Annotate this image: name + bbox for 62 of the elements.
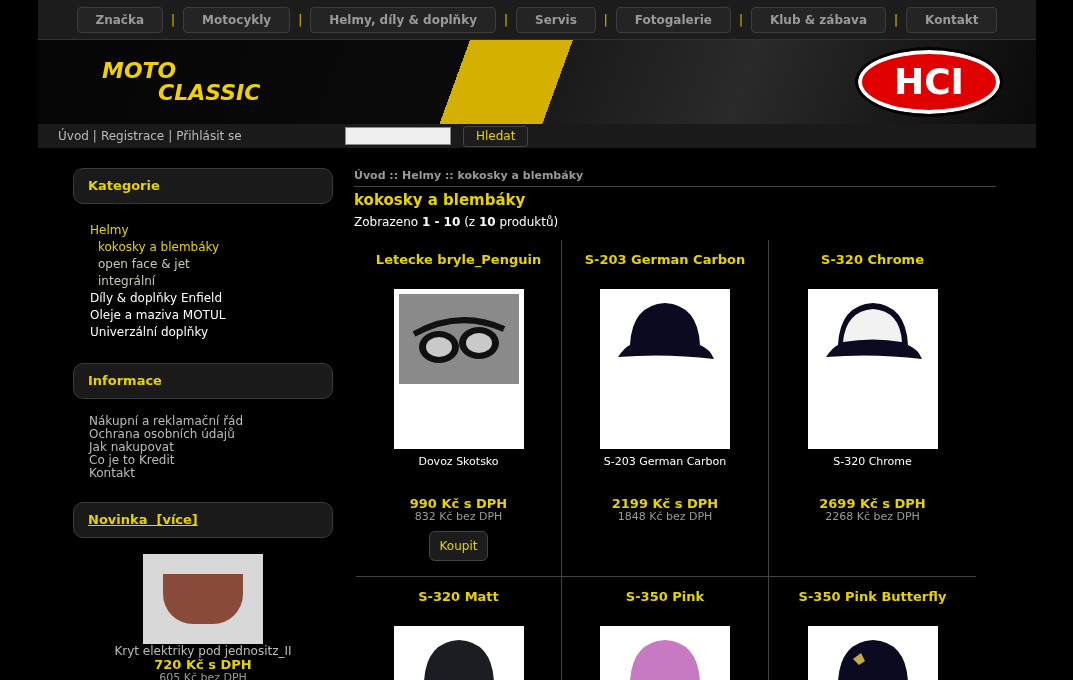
category-link[interactable]: integrální bbox=[90, 273, 156, 290]
info-link[interactable]: Jak nakupovat bbox=[89, 441, 174, 454]
news-price: 720 Kč s DPH bbox=[154, 658, 252, 671]
news-more-link[interactable]: Novinka [více] bbox=[88, 510, 198, 530]
info-link[interactable]: Ochrana osobních údajů bbox=[89, 428, 235, 441]
nav-button[interactable]: Servis bbox=[516, 6, 596, 33]
panel-title: Informace bbox=[88, 372, 162, 391]
photo-placeholder[interactable] bbox=[143, 554, 263, 644]
search-button[interactable]: Hledat bbox=[463, 125, 529, 147]
product-title[interactable]: S-350 Pink bbox=[625, 587, 705, 607]
category-link[interactable]: Díly & doplňky Enfield bbox=[90, 290, 223, 307]
nav-separator: | bbox=[603, 11, 608, 29]
user-link[interactable]: Registrace bbox=[100, 127, 165, 145]
product-price: 990 Kč s DPH bbox=[409, 497, 508, 511]
info-link[interactable]: Co je to Kredit bbox=[89, 454, 175, 467]
news-product-name[interactable]: Kryt elektriky pod jednositz_II bbox=[114, 645, 292, 658]
nav-button[interactable]: Klub & zábava bbox=[750, 6, 886, 33]
info-link[interactable]: Nákupní a reklamační řád bbox=[89, 415, 244, 428]
panel-title: Kategorie bbox=[88, 177, 160, 196]
product-photo[interactable] bbox=[807, 288, 938, 449]
product-caption: Dovoz Skotsko bbox=[418, 453, 499, 470]
user-link[interactable]: Úvod bbox=[58, 127, 89, 145]
nav-separator: | bbox=[894, 11, 899, 29]
product-price-net: 2268 Kč bez DPH bbox=[825, 511, 920, 523]
product-title[interactable]: S-350 Pink Butterfly bbox=[798, 587, 947, 607]
buy-button[interactable]: Koupit bbox=[428, 531, 489, 561]
category-link[interactable]: Helmy bbox=[90, 222, 129, 239]
partner-logo[interactable]: HCI bbox=[858, 50, 1000, 114]
product-count: Zobrazeno 1 - 10 (z 10 produktů) bbox=[354, 214, 560, 231]
product-photo[interactable] bbox=[600, 288, 730, 449]
product-price: 2699 Kč s DPH bbox=[819, 497, 926, 511]
nav-separator: | bbox=[738, 11, 743, 29]
product-caption: S-203 German Carbon bbox=[603, 453, 727, 470]
product-title[interactable]: S-320 Chrome bbox=[821, 250, 924, 270]
link-separator: | bbox=[92, 128, 97, 145]
product-title[interactable]: S-320 Matt bbox=[418, 587, 499, 607]
user-link[interactable]: Přihlásit se bbox=[176, 127, 242, 145]
category-link[interactable]: kokosky a blembáky bbox=[90, 239, 220, 256]
category-link[interactable]: open face & jet bbox=[90, 256, 190, 273]
nav-button[interactable]: Značka bbox=[76, 6, 164, 33]
nav-button[interactable]: Fotogalerie bbox=[615, 6, 731, 33]
breadcrumb: Úvod :: Helmy :: kokosky a blembáky bbox=[354, 168, 996, 187]
category-link[interactable]: Univerzální doplňky bbox=[90, 324, 209, 341]
product-price-net: 1848 Kč bez DPH bbox=[617, 511, 713, 523]
product-photo[interactable] bbox=[393, 288, 524, 449]
nav-button[interactable]: Motocykly bbox=[183, 6, 291, 33]
nav-separator: | bbox=[298, 11, 303, 29]
product-price: 2199 Kč s DPH bbox=[611, 497, 719, 511]
page-heading: kokosky a blembáky bbox=[354, 189, 527, 211]
product-title[interactable]: Letecke bryle_Penguin bbox=[375, 250, 542, 270]
product-caption: S-320 Chrome bbox=[833, 453, 912, 470]
nav-separator: | bbox=[171, 11, 176, 29]
search-field[interactable] bbox=[345, 127, 451, 145]
nav-separator: | bbox=[503, 11, 508, 29]
info-link[interactable]: Kontakt bbox=[89, 467, 135, 480]
site-logo[interactable]: MOTO CLASSIC bbox=[84, 60, 261, 104]
nav-button[interactable]: Kontakt bbox=[906, 6, 998, 33]
product-title[interactable]: S-203 German Carbon bbox=[584, 250, 746, 270]
product-price-net: 832 Kč bez DPH bbox=[414, 511, 503, 523]
link-separator: | bbox=[168, 128, 173, 145]
category-link[interactable]: Oleje a maziva MOTUL bbox=[90, 307, 226, 324]
nav-button[interactable]: Helmy, díly & doplňky bbox=[310, 6, 496, 33]
